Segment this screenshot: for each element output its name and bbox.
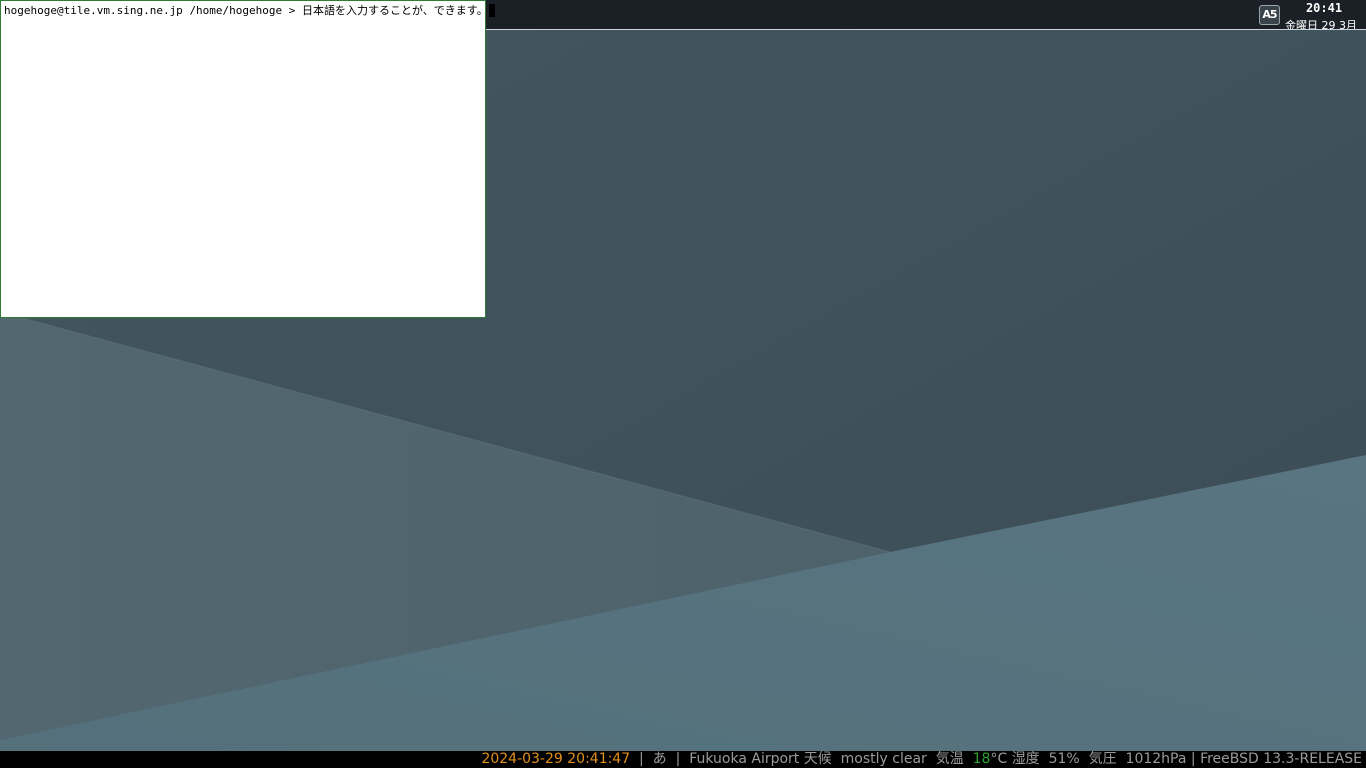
terminal-prompt-line[interactable]: hogehoge@tile.vm.sing.ne.jp /home/hogeho… [4, 3, 495, 18]
status-humidity-label: 湿度 [1011, 751, 1040, 767]
prompt-path: /home/hogehoge [189, 4, 283, 17]
status-separator: | [1190, 751, 1196, 767]
text-cursor [488, 4, 495, 17]
desktop: A5 20:41 金曜日 29 3月 hogehoge@tile.vm.sing… [0, 0, 1366, 768]
status-humidity-value: 51% [1048, 751, 1080, 767]
status-temp-label: 気温 [935, 751, 964, 767]
terminal-input-text[interactable]: 日本語を入力することが、できます。 [302, 3, 488, 18]
status-ime-mode: あ [652, 751, 667, 767]
status-separator: | [639, 751, 644, 767]
status-temp-value: 18 [972, 751, 991, 767]
status-separator: | [675, 751, 681, 767]
clock-time[interactable]: 20:41 [1296, 1, 1352, 15]
prompt-symbol: > [288, 4, 296, 17]
terminal-window[interactable]: hogehoge@tile.vm.sing.ne.jp /home/hogeho… [0, 0, 495, 318]
status-os: FreeBSD 13.3-RELEASE [1200, 751, 1362, 767]
status-pressure-value: 1012hPa [1125, 751, 1187, 767]
status-weather-label: 天候 [803, 751, 832, 767]
status-temp-unit: °C [990, 751, 1008, 767]
clock-date[interactable]: 金曜日 29 3月 [1285, 18, 1366, 29]
status-bar: 2024-03-29 20:41:47 | あ | Fukuoka Airpor… [0, 751, 1366, 768]
status-bar-text: 2024-03-29 20:41:47 | あ | Fukuoka Airpor… [481, 751, 1362, 768]
input-method-icon[interactable]: A5 [1259, 5, 1280, 25]
status-datetime: 2024-03-29 20:41:47 [481, 751, 631, 767]
prompt-host: hogehoge@tile.vm.sing.ne.jp [4, 4, 183, 17]
status-pressure-label: 気圧 [1088, 751, 1117, 767]
status-location: Fukuoka Airport [689, 751, 800, 767]
status-weather-value: mostly clear [840, 751, 927, 767]
